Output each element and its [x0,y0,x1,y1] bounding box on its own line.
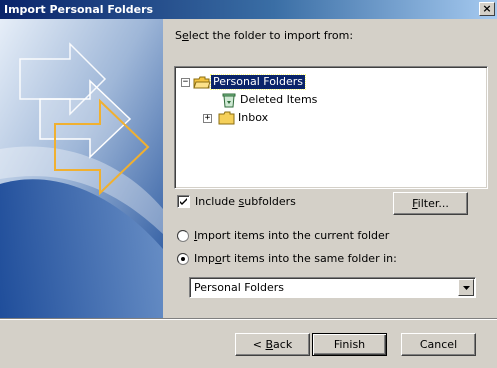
folder-tree[interactable]: − Personal Folders Deleted Items + Inbox [174,66,488,189]
tree-item-label: Personal Folders [210,74,306,90]
wizard-banner-image [0,19,163,318]
radio-label: Import items into the current folder [194,229,390,242]
import-same-folder-radio[interactable]: Import items into the same folder in: [177,252,397,265]
radio-unchecked-icon[interactable] [177,229,189,242]
import-current-folder-radio[interactable]: Import items into the current folder [177,229,389,242]
cancel-button[interactable]: Cancel [401,333,476,356]
checkmark-icon [180,198,187,205]
radio-label: Import items into the same folder in: [194,252,397,265]
banner-graphic [0,19,163,318]
tree-item-inbox[interactable]: + Inbox [203,110,270,126]
expand-icon[interactable]: + [203,113,212,123]
button-separator [0,318,497,320]
chevron-down-icon [462,285,470,290]
dropdown-button[interactable] [458,279,474,296]
folder-prompt-label: Select the folder to import from: [175,29,354,42]
include-subfolders-checkbox[interactable]: Include subfolders [177,195,296,208]
tree-item-label: Inbox [238,111,269,124]
tree-item-label: Deleted Items [240,93,318,106]
deleted-items-icon [220,92,238,108]
collapse-icon[interactable]: − [181,77,190,87]
include-subfolders-label: Include subfolders [195,195,296,208]
target-folder-select[interactable]: Personal Folders [189,277,476,298]
tree-item-personal-folders[interactable]: − Personal Folders [181,74,306,90]
tree-item-deleted-items[interactable]: Deleted Items [220,92,319,108]
title-bar: Import Personal Folders × [0,0,497,19]
close-button[interactable]: × [479,2,495,16]
close-icon: × [482,2,492,15]
inbox-folder-icon [218,110,236,126]
filter-button[interactable]: Filter... [393,192,468,215]
back-button[interactable]: < Back [235,333,310,356]
personal-folders-icon [193,74,211,90]
finish-button[interactable]: Finish [312,333,387,356]
window-title: Import Personal Folders [4,3,154,16]
selected-folder-value: Personal Folders [194,281,284,294]
radio-checked-icon[interactable] [177,252,189,265]
checkbox-box[interactable] [177,195,190,208]
